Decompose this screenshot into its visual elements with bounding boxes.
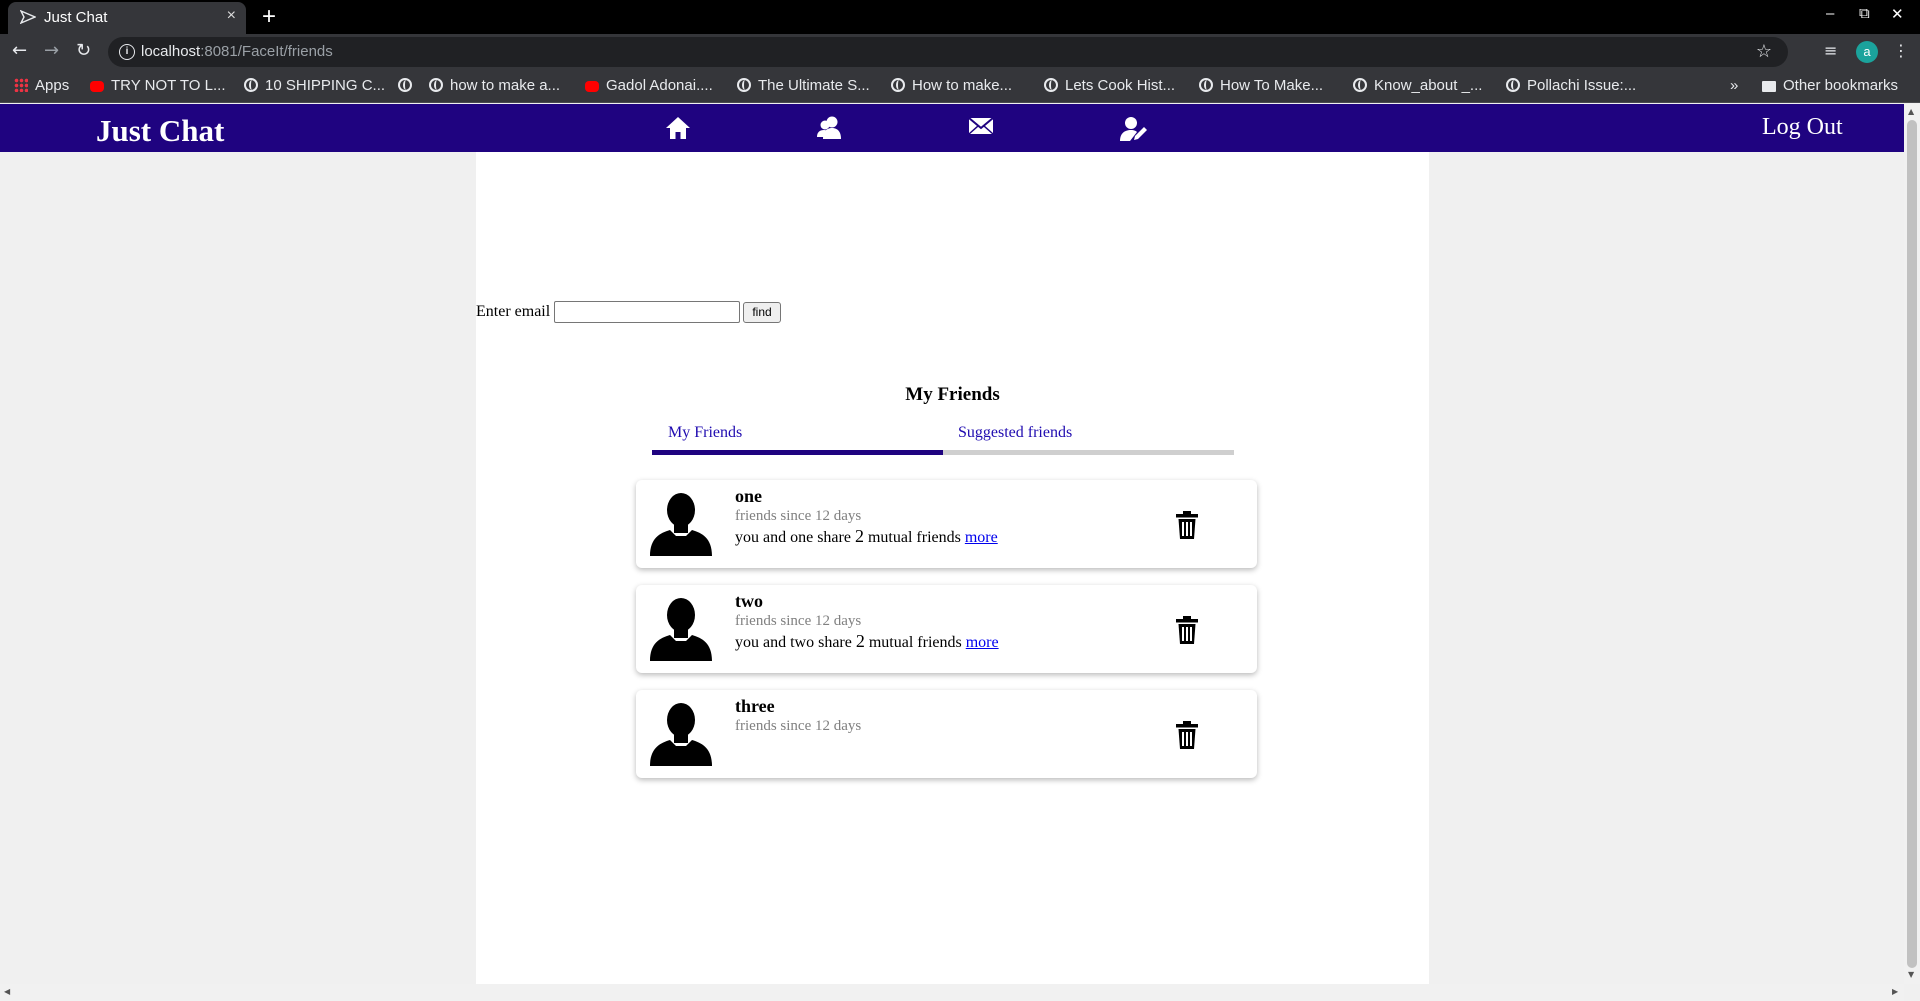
info-icon[interactable]: i: [119, 44, 135, 60]
email-label: Enter email: [476, 303, 551, 320]
bookmark-item[interactable]: Pollachi Issue:...: [1506, 77, 1636, 94]
address-bar[interactable]: i localhost:8081/FaceIt/friends ☆: [108, 37, 1788, 67]
bookmark-apps[interactable]: Apps: [14, 77, 69, 94]
restore-button[interactable]: ⧉: [1859, 5, 1870, 22]
mutual-friends-text: you and two share 2 mutual friends more: [735, 631, 999, 651]
horizontal-scrollbar[interactable]: ◀ ▶: [0, 984, 1904, 1001]
brand-logo[interactable]: Just Chat: [96, 113, 224, 149]
send-icon: [19, 9, 37, 28]
friend-card: three friends since 12 days: [636, 690, 1257, 778]
friends-icon[interactable]: [816, 116, 844, 145]
email-search-input[interactable]: [554, 301, 740, 323]
bookmark-item[interactable]: How to make...: [891, 77, 1012, 94]
media-control-icon[interactable]: ≡: [1824, 41, 1837, 60]
tab-my-friends[interactable]: My Friends: [668, 424, 742, 442]
bookmark-item[interactable]: How To Make...: [1199, 77, 1323, 94]
globe-icon: [1353, 78, 1367, 92]
youtube-icon: [90, 81, 104, 92]
user-silhouette-icon: [648, 597, 714, 666]
bookmark-item[interactable]: Gadol Adonai....: [585, 77, 713, 94]
forward-icon[interactable]: →: [44, 40, 59, 61]
youtube-icon: [585, 81, 599, 92]
home-icon[interactable]: [665, 116, 691, 145]
globe-icon: [737, 78, 751, 92]
scroll-down-arrow-icon[interactable]: ▼: [1908, 970, 1914, 979]
globe-icon: [398, 78, 412, 92]
globe-icon: [1199, 78, 1213, 92]
folder-icon: [1762, 81, 1776, 92]
mail-icon[interactable]: [968, 116, 994, 141]
user-silhouette-icon: [648, 492, 714, 561]
delete-friend-trash-icon[interactable]: [1176, 511, 1198, 544]
friend-name[interactable]: one: [735, 486, 762, 507]
bookmark-item[interactable]: The Ultimate S...: [737, 77, 870, 94]
delete-friend-trash-icon[interactable]: [1176, 616, 1198, 649]
tab-active-indicator: [652, 450, 943, 455]
bookmark-item[interactable]: Know_about _...: [1353, 77, 1482, 94]
globe-icon: [1506, 78, 1520, 92]
friend-since: friends since 12 days: [735, 508, 862, 524]
bookmarks-bar: Apps TRY NOT TO L... 10 SHIPPING C... ho…: [0, 70, 1920, 103]
other-bookmarks[interactable]: Other bookmarks: [1762, 77, 1898, 94]
edit-profile-icon[interactable]: [1120, 116, 1148, 147]
menu-kebab-icon[interactable]: ⋮: [1893, 41, 1909, 60]
bookmarks-overflow-button[interactable]: »: [1730, 77, 1738, 94]
friend-card: one friends since 12 days you and one sh…: [636, 480, 1257, 568]
profile-avatar[interactable]: a: [1856, 41, 1878, 63]
user-silhouette-icon: [648, 702, 714, 771]
main-content: Enter email find My Friends My Friends S…: [476, 152, 1429, 985]
tab-close-button[interactable]: ×: [227, 7, 236, 25]
browser-tabstrip: Just Chat × + – ⧉ ✕: [0, 0, 1920, 34]
mutual-friends-text: you and one share 2 mutual friends more: [735, 526, 998, 546]
reload-icon[interactable]: ↻: [76, 40, 91, 61]
bookmark-item[interactable]: Lets Cook Hist...: [1044, 77, 1175, 94]
friend-card: two friends since 12 days you and two sh…: [636, 585, 1257, 673]
bookmark-item[interactable]: TRY NOT TO L...: [90, 77, 226, 94]
back-icon[interactable]: ←: [12, 40, 27, 61]
friend-since: friends since 12 days: [735, 613, 862, 629]
close-window-button[interactable]: ✕: [1891, 5, 1904, 23]
globe-icon: [429, 78, 443, 92]
tab-title: Just Chat: [44, 9, 108, 26]
delete-friend-trash-icon[interactable]: [1176, 721, 1198, 754]
more-link[interactable]: more: [966, 634, 999, 651]
scroll-left-arrow-icon[interactable]: ◀: [4, 987, 10, 996]
bookmark-item[interactable]: 10 SHIPPING C...: [244, 77, 385, 94]
scroll-right-arrow-icon[interactable]: ▶: [1892, 987, 1898, 996]
vertical-scrollbar[interactable]: ▲ ▼: [1904, 104, 1920, 984]
logout-link[interactable]: Log Out: [1762, 114, 1843, 141]
app-navbar: Just Chat Log Out: [0, 104, 1904, 152]
friend-since: friends since 12 days: [735, 718, 862, 734]
globe-icon: [1044, 78, 1058, 92]
bookmark-item[interactable]: [398, 77, 419, 94]
browser-toolbar: ← → ↻ i localhost:8081/FaceIt/friends ☆ …: [0, 34, 1920, 70]
browser-tab[interactable]: Just Chat ×: [8, 2, 246, 34]
scrollbar-thumb[interactable]: [1907, 120, 1917, 968]
more-link[interactable]: more: [965, 529, 998, 546]
page-viewport: Just Chat Log Out Enter email find My Fr…: [0, 104, 1904, 985]
minimize-button[interactable]: –: [1826, 5, 1834, 22]
globe-icon: [891, 78, 905, 92]
apps-icon: [14, 78, 28, 92]
bookmark-item[interactable]: how to make a...: [429, 77, 560, 94]
globe-icon: [244, 78, 258, 92]
scroll-up-arrow-icon[interactable]: ▲: [1908, 107, 1914, 116]
friend-name[interactable]: three: [735, 696, 775, 717]
find-button[interactable]: find: [743, 302, 781, 323]
friend-name[interactable]: two: [735, 591, 763, 612]
url-text[interactable]: localhost:8081/FaceIt/friends: [141, 43, 333, 60]
friends-tabs: My Friends Suggested friends: [652, 424, 1234, 455]
bookmark-star-icon[interactable]: ☆: [1756, 41, 1772, 62]
tab-suggested-friends[interactable]: Suggested friends: [958, 424, 1072, 442]
new-tab-button[interactable]: +: [262, 3, 276, 31]
section-title: My Friends: [905, 384, 1000, 405]
